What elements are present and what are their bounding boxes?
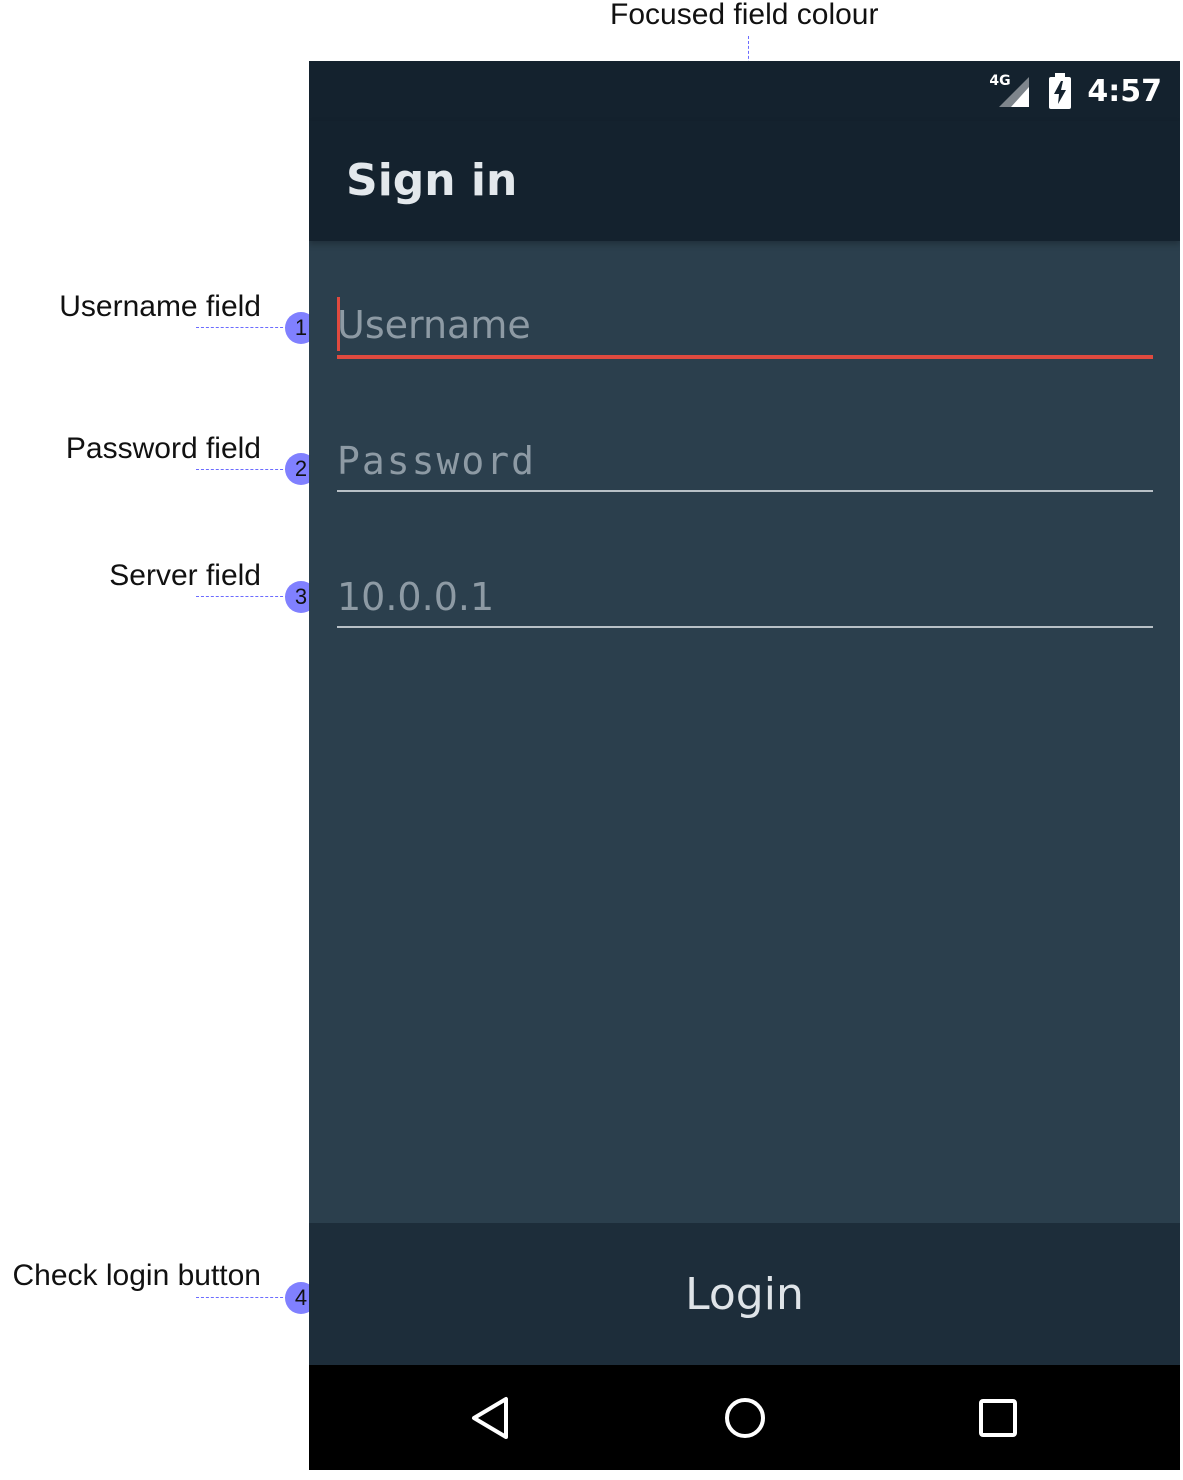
login-bar: Login (309, 1223, 1180, 1365)
annotation-leader-line (196, 327, 288, 328)
phone-screen: 4G 4:57 Sign in Username Password 10.0.0… (309, 61, 1180, 1470)
server-underline (337, 626, 1153, 628)
app-bar: Sign in (309, 121, 1180, 241)
home-circle-icon[interactable] (720, 1393, 770, 1443)
network-type-label: 4G (989, 73, 1011, 89)
annotation-leader-line (196, 596, 288, 597)
annotation-label-login: Check login button (12, 1259, 262, 1292)
status-bar: 4G 4:57 (309, 61, 1180, 121)
battery-charging-icon (1049, 73, 1072, 109)
navigation-bar (309, 1365, 1180, 1470)
username-underline-focused (337, 355, 1153, 359)
annotation-label-username: Username field (59, 290, 261, 323)
back-triangle-icon[interactable] (465, 1393, 515, 1443)
username-field[interactable]: Username (337, 293, 1153, 363)
password-field[interactable]: Password (337, 429, 1153, 495)
annotation-label-server: Server field (109, 559, 261, 592)
annotation-leader-line (196, 1297, 288, 1298)
username-placeholder: Username (337, 303, 531, 347)
recents-square-icon[interactable] (973, 1393, 1023, 1443)
annotation-label-password: Password field (65, 432, 261, 465)
signal-icon: 4G (989, 73, 1033, 109)
page-title: Sign in (346, 155, 518, 206)
annotation-leader-line (196, 469, 288, 470)
text-cursor (337, 297, 340, 351)
server-field[interactable]: 10.0.0.1 (337, 565, 1153, 631)
status-icons: 4G 4:57 (989, 71, 1162, 111)
password-placeholder: Password (337, 439, 537, 483)
clock: 4:57 (1087, 73, 1162, 109)
password-underline (337, 490, 1153, 492)
server-placeholder: 10.0.0.1 (337, 575, 495, 619)
login-button[interactable]: Login (685, 1269, 804, 1320)
annotation-focused-field-colour: Focused field colour (610, 0, 879, 31)
